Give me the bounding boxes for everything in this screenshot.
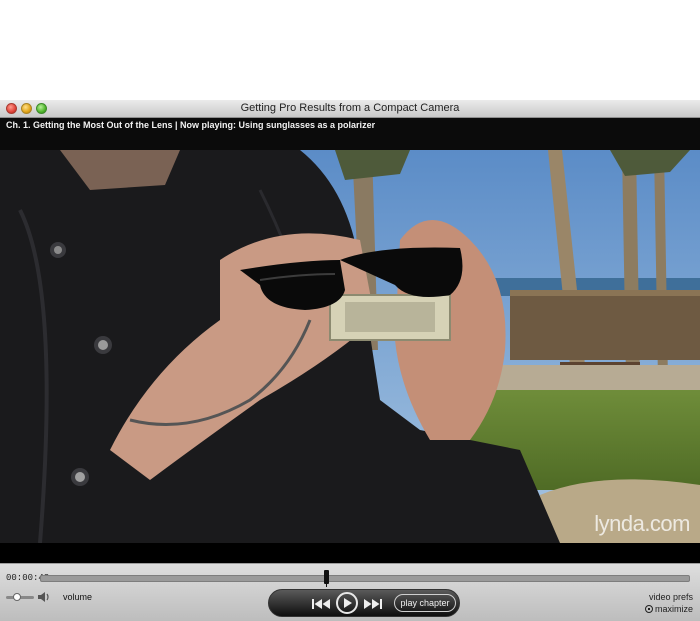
maximize-label: maximize — [654, 604, 693, 614]
maximize-icon — [644, 605, 653, 613]
video-frame[interactable]: lynda.com — [0, 150, 700, 543]
video-prefs-link[interactable]: video prefs — [645, 591, 693, 603]
title-bar[interactable]: Getting Pro Results from a Compact Camer… — [0, 100, 700, 118]
transport-controls: play chapter — [268, 589, 460, 617]
now-playing-bar: Ch. 1. Getting the Most Out of the Lens … — [0, 118, 700, 150]
skip-back-icon[interactable] — [311, 597, 331, 611]
window-title: Getting Pro Results from a Compact Camer… — [240, 102, 460, 114]
control-bar: 00:00:43 volume play chapter video prefs… — [0, 563, 700, 621]
lynda-watermark: lynda.com — [594, 511, 690, 536]
playhead-handle[interactable] — [324, 570, 330, 587]
play-button[interactable] — [336, 592, 358, 614]
now-playing-text: Ch. 1. Getting the Most Out of the Lens … — [6, 120, 376, 130]
prefs-group: video prefs maximize — [644, 591, 693, 615]
volume-slider[interactable] — [6, 593, 34, 601]
play-icon — [344, 598, 352, 608]
volume-knob[interactable] — [13, 593, 22, 601]
play-chapter-button[interactable]: play chapter — [394, 594, 456, 612]
video-scene — [0, 150, 700, 543]
progress-scrubber[interactable] — [40, 570, 690, 587]
player-window: Getting Pro Results from a Compact Camer… — [0, 100, 700, 621]
skip-forward-icon[interactable] — [363, 597, 383, 611]
speaker-icon[interactable] — [37, 591, 51, 603]
video-bottom-bar — [0, 543, 700, 563]
maximize-link[interactable]: maximize — [644, 603, 693, 615]
volume-label: volume — [63, 592, 93, 602]
